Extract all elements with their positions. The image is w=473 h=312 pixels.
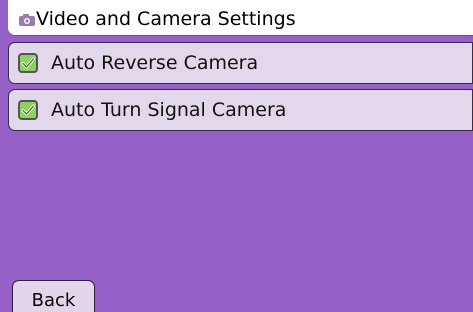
title-bar: Video and Camera Settings	[8, 0, 473, 35]
setting-auto-turn-signal-camera[interactable]: Auto Turn Signal Camera	[8, 89, 473, 131]
checkbox-checked-icon[interactable]	[18, 100, 38, 120]
camera-icon	[18, 12, 36, 26]
page-title: Video and Camera Settings	[36, 8, 296, 30]
back-button[interactable]: Back	[12, 280, 95, 312]
setting-auto-reverse-camera[interactable]: Auto Reverse Camera	[8, 42, 473, 84]
header-bar: Video and Camera Settings	[0, 0, 473, 38]
checkbox-checked-icon[interactable]	[18, 53, 38, 73]
setting-label: Auto Reverse Camera	[51, 52, 259, 74]
setting-label: Auto Turn Signal Camera	[51, 99, 287, 121]
